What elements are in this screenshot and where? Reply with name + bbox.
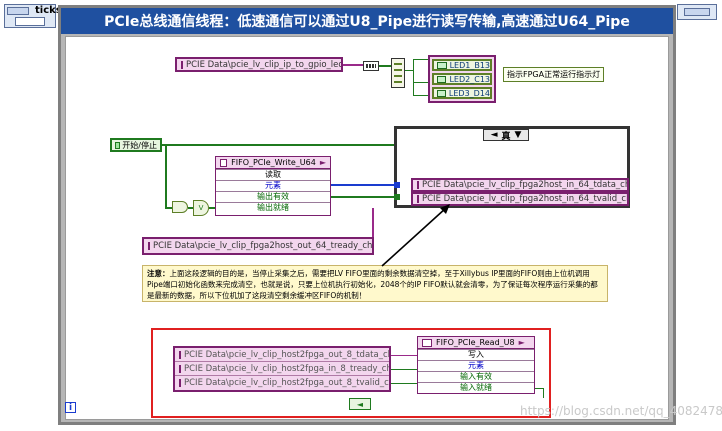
top-right-terminal[interactable] bbox=[677, 4, 717, 20]
read-refs-group: PCIE Data\pcie_lv_clip_host2fpga_out_8_t… bbox=[173, 346, 391, 392]
read-ref-tvalid-label: PCIE Data\pcie_lv_clip_host2fpga_out_8_t… bbox=[184, 378, 389, 388]
watermark: https://blog.csdn.net/qq_40824786 bbox=[520, 404, 722, 418]
led3-label: LED3_D14 bbox=[448, 88, 490, 98]
tready-ref-label: PCIE Data\pcie_lv_clip_fpga2host_out_64_… bbox=[153, 241, 374, 251]
case-tunnel-blue bbox=[394, 182, 400, 188]
chevron-right-icon: ► bbox=[319, 158, 326, 167]
ticks-display-icon bbox=[7, 7, 29, 15]
bool-control-icon bbox=[115, 141, 121, 149]
ref-glyph-icon bbox=[417, 181, 419, 189]
wire bbox=[391, 355, 417, 356]
fifo-write-title: FIFO_PCIe_Write_U64 bbox=[231, 158, 316, 167]
wire bbox=[535, 388, 543, 389]
start-stop-control[interactable]: 开始/停止 bbox=[110, 138, 162, 152]
bool-icon bbox=[437, 61, 447, 69]
case-ref-tdata-label: PCIE Data\pcie_lv_clip_fpga2host_in_64_t… bbox=[422, 180, 629, 190]
case-ref-tdata[interactable]: PCIE Data\pcie_lv_clip_fpga2host_in_64_t… bbox=[411, 178, 629, 192]
fpga-status-note: 指示FPGA正常运行指示灯 bbox=[503, 67, 605, 82]
read-ref-tready[interactable]: PCIE Data\pcie_lv_clip_host2fpga_in_8_tr… bbox=[175, 362, 389, 376]
fifo-read-row: 写入 bbox=[418, 349, 534, 360]
gpio-led-ref-label: PCIE Data\pcie_lv_clip_ip_to_gpio_led bbox=[186, 59, 343, 70]
ref-glyph-icon bbox=[179, 379, 181, 387]
fifo-read-node[interactable]: FIFO_PCIe_Read_U8 ► 写入 元素 输入有效 输入就绪 bbox=[417, 336, 535, 394]
index-array-node[interactable] bbox=[391, 58, 405, 88]
ref-glyph-icon bbox=[181, 60, 183, 69]
fifo-write-node[interactable]: FIFO_PCIe_Write_U64 ► 读取 元素 输出有效 输出就绪 bbox=[215, 156, 331, 216]
ticks-counter-icon bbox=[15, 17, 45, 26]
fifo-read-row: 元素 bbox=[418, 360, 534, 371]
arrow-down-icon: ▼ bbox=[514, 130, 522, 140]
feedback-node[interactable]: ◄ bbox=[349, 398, 371, 410]
wire bbox=[405, 70, 413, 71]
led2-label: LED2_C13 bbox=[449, 74, 490, 84]
fifo-read-header: FIFO_PCIe_Read_U8 ► bbox=[418, 337, 534, 349]
chevron-right-icon: ► bbox=[518, 338, 525, 347]
fifo-write-row: 输出就绪 bbox=[216, 202, 330, 213]
fifo-write-row: 元素 bbox=[216, 180, 330, 191]
comment-label: 注意： bbox=[147, 269, 170, 278]
led-group: LED1_B13 LED2_C13 LED3_D14 bbox=[428, 55, 496, 103]
terminal-arrow-icon bbox=[684, 8, 710, 16]
fifo-read-row: 输入有效 bbox=[418, 371, 534, 382]
led3-indicator[interactable]: LED3_D14 bbox=[432, 87, 492, 99]
start-stop-label: 开始/停止 bbox=[122, 140, 157, 150]
info-icon[interactable]: i bbox=[65, 402, 76, 413]
fifo-write-row: 输出有效 bbox=[216, 191, 330, 202]
not-gate-icon[interactable] bbox=[172, 201, 188, 213]
read-ref-tdata-label: PCIE Data\pcie_lv_clip_host2fpga_out_8_t… bbox=[184, 349, 389, 360]
case-selector[interactable]: ◄ 真 ▼ bbox=[483, 129, 529, 142]
wire bbox=[543, 388, 544, 398]
bool-icon bbox=[437, 75, 447, 83]
fifo-write-header: FIFO_PCIe_Write_U64 ► bbox=[216, 157, 330, 169]
led1-label: LED1_B13 bbox=[449, 60, 490, 70]
bool-icon bbox=[437, 89, 446, 97]
unbundle-node[interactable] bbox=[363, 61, 379, 71]
wire bbox=[391, 383, 417, 384]
fifo-icon bbox=[220, 158, 228, 167]
wire bbox=[165, 144, 167, 209]
led2-indicator[interactable]: LED2_C13 bbox=[432, 73, 492, 85]
tready-ref[interactable]: PCIE Data\pcie_lv_clip_fpga2host_out_64_… bbox=[142, 237, 374, 255]
wire bbox=[331, 184, 399, 186]
fifo-write-row: 读取 bbox=[216, 169, 330, 180]
loop-title: PCIe总线通信线程：低速通信可以通过U8_Pipe进行读写传输,高速通过U64… bbox=[61, 8, 673, 34]
wire bbox=[343, 64, 363, 66]
wire bbox=[331, 196, 399, 198]
read-ref-tvalid[interactable]: PCIE Data\pcie_lv_clip_host2fpga_out_8_t… bbox=[175, 376, 389, 390]
index-array-icon bbox=[394, 63, 402, 83]
comment-note: 注意：上面这段逻辑的目的是，当停止采集之后，需要把LV FIFO里面的剩余数据清… bbox=[142, 265, 608, 302]
ref-glyph-icon bbox=[179, 350, 181, 359]
case-structure: ◄ 真 ▼ PCIE Data\pcie_lv_clip_fpga2host_i… bbox=[394, 126, 630, 208]
wire bbox=[413, 59, 414, 95]
wire bbox=[379, 65, 391, 67]
ref-glyph-icon bbox=[179, 364, 181, 373]
wire bbox=[391, 369, 417, 370]
gpio-led-ref[interactable]: PCIE Data\pcie_lv_clip_ip_to_gpio_led bbox=[175, 57, 343, 72]
or-gate-icon[interactable]: V bbox=[193, 200, 209, 216]
fifo-read-row: 输入就绪 bbox=[418, 382, 534, 393]
fifo-read-title: FIFO_PCIe_Read_U8 bbox=[436, 338, 515, 347]
wire bbox=[162, 144, 398, 146]
fifo-icon bbox=[422, 338, 432, 347]
unbundle-icon bbox=[366, 64, 376, 68]
arrow-left-icon: ◄ bbox=[356, 399, 364, 409]
arrow-left-icon: ◄ bbox=[490, 130, 498, 140]
comment-text: 上面这段逻辑的目的是，当停止采集之后，需要把LV FIFO里面的剩余数据清空掉，… bbox=[147, 269, 598, 300]
ticks-widget[interactable]: ticks bbox=[4, 4, 62, 28]
led1-indicator[interactable]: LED1_B13 bbox=[432, 59, 492, 71]
case-selector-label: 真 bbox=[501, 131, 511, 142]
ref-glyph-icon bbox=[148, 242, 150, 250]
read-ref-tdata[interactable]: PCIE Data\pcie_lv_clip_host2fpga_out_8_t… bbox=[175, 348, 389, 362]
read-ref-tready-label: PCIE Data\pcie_lv_clip_host2fpga_in_8_tr… bbox=[184, 363, 389, 374]
comment-arrow bbox=[381, 204, 450, 267]
